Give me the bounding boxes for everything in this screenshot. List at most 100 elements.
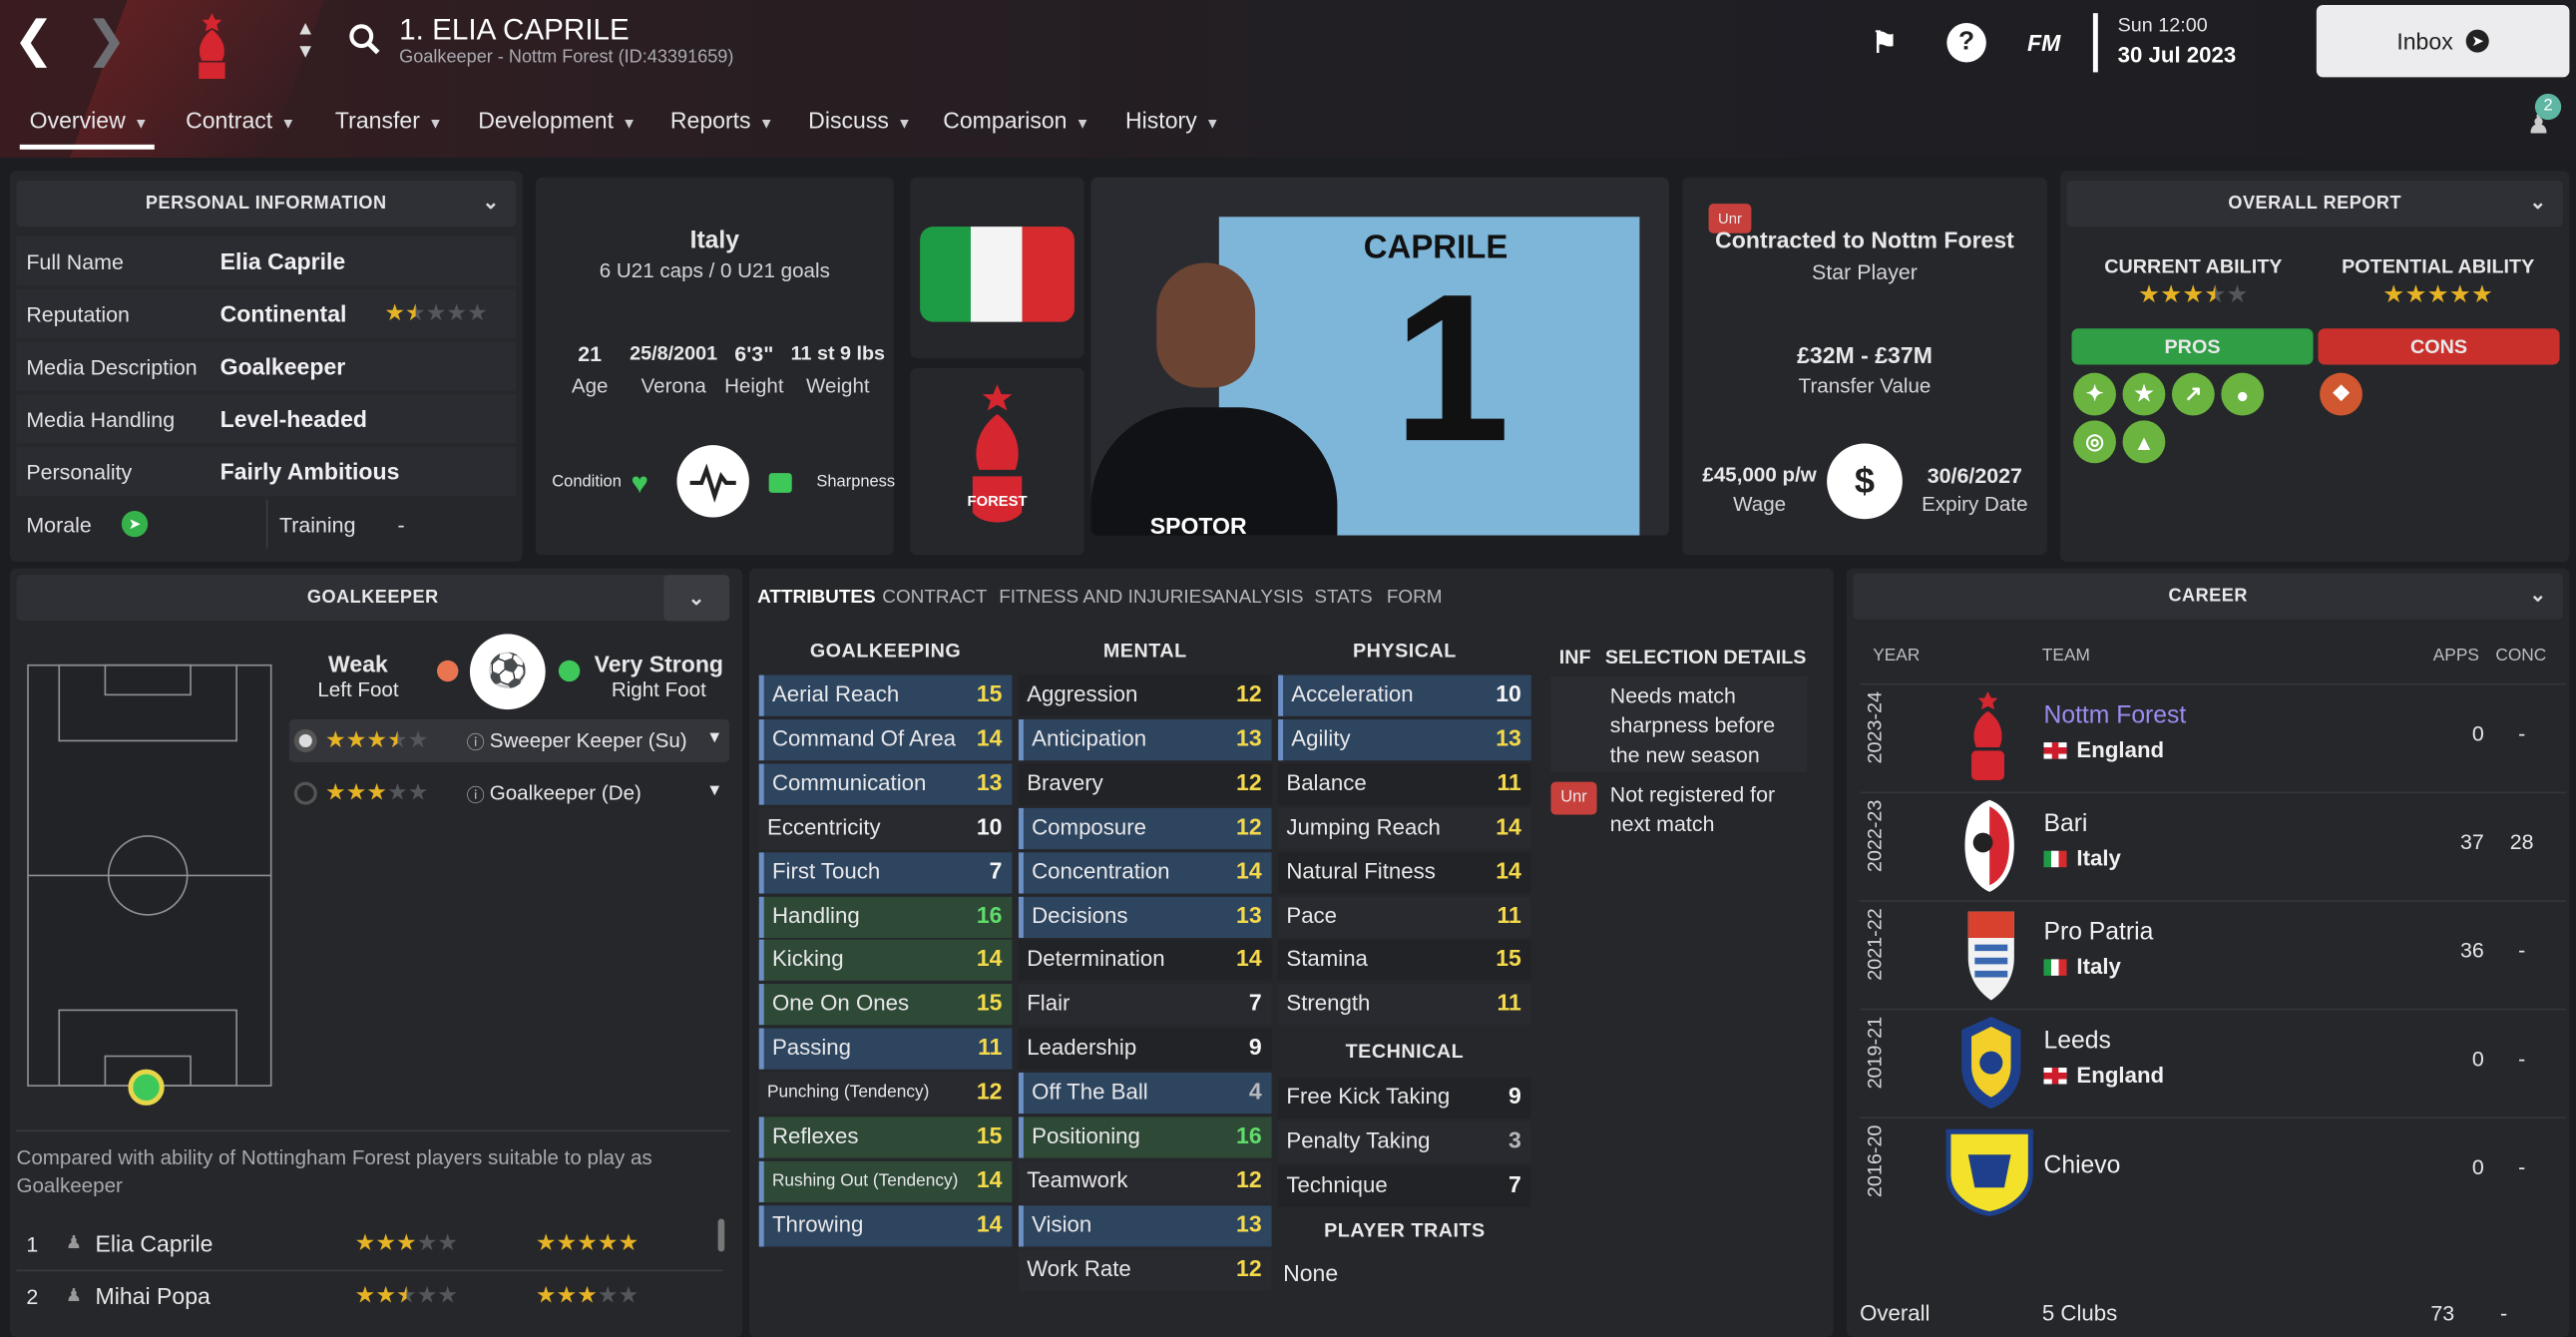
attribute-row[interactable]: Stamina 15	[1278, 940, 1531, 982]
attribute-row[interactable]: Kicking 14	[758, 940, 1013, 982]
attribute-row[interactable]: Vision 13	[1018, 1204, 1272, 1247]
attribute-row[interactable]: Concentration 14	[1018, 851, 1272, 893]
tab-development[interactable]: Development ▼	[478, 107, 637, 133]
attribute-row[interactable]: Throwing 14	[758, 1204, 1013, 1247]
attribute-row[interactable]: First Touch 7	[758, 851, 1013, 893]
radio-selected-icon[interactable]	[293, 728, 317, 752]
attribute-row[interactable]: Decisions 13	[1018, 896, 1272, 938]
nottm-forest-crest-icon[interactable]: FOREST	[960, 381, 1036, 536]
target-icon[interactable]: ◎	[2073, 420, 2116, 464]
attribute-row[interactable]: Leadership 9	[1018, 1028, 1272, 1070]
fitness-pulse-icon[interactable]	[676, 445, 749, 518]
attribute-row[interactable]: Jumping Reach 14	[1278, 807, 1531, 849]
tab-contract[interactable]: Contract ▼	[186, 107, 295, 133]
search-icon[interactable]	[348, 23, 381, 56]
career-row[interactable]: 2023-24 Nottm Forest England 0 -	[1860, 682, 2567, 788]
attribute-row[interactable]: Aerial Reach 15	[758, 674, 1013, 716]
attribute-row[interactable]: Off The Ball 4	[1018, 1073, 1272, 1114]
tab-history[interactable]: History ▼	[1125, 107, 1220, 133]
overall-report-header[interactable]: OVERALL REPORT ⌄	[2066, 181, 2563, 227]
career-row[interactable]: 2022-23 Bari Italy 37 28	[1860, 791, 2567, 896]
inbox-button[interactable]: Inbox ➤	[2316, 4, 2570, 78]
potion-flask-icon[interactable]: ▲	[2122, 420, 2166, 464]
scrollbar[interactable]	[717, 1218, 725, 1252]
distribution-icon[interactable]: ✦	[2073, 372, 2116, 416]
attribute-row[interactable]: Balance 11	[1278, 763, 1531, 805]
tab-reports[interactable]: Reports ▼	[670, 107, 774, 133]
tab-analysis[interactable]: ANALYSIS	[1212, 588, 1303, 608]
tab-overview[interactable]: Overview ▼	[30, 107, 149, 133]
career-row[interactable]: 2019-21 Leeds England 0 -	[1860, 1008, 2567, 1114]
attribute-row[interactable]: Work Rate 12	[1018, 1249, 1272, 1291]
comparison-row[interactable]: 1 ♟ Elia Caprile ★★★★★ ★★★★★	[16, 1218, 722, 1267]
attribute-row[interactable]: Command Of Area 14	[758, 718, 1013, 761]
attribute-row[interactable]: Passing 11	[758, 1028, 1013, 1070]
attribute-row[interactable]: Anticipation 13	[1018, 718, 1272, 761]
career-conc-header[interactable]: CONC	[2495, 646, 2546, 666]
attribute-row[interactable]: Handling 16	[758, 896, 1013, 938]
role-row[interactable]: ★★★★★ ⓘ Goalkeeper (De) ▼	[289, 772, 729, 815]
goalkeeper-position-marker[interactable]	[128, 1069, 165, 1106]
tab-transfer[interactable]: Transfer ▼	[335, 107, 443, 133]
chevron-down-icon[interactable]: ⌄	[2529, 583, 2546, 606]
tab-contract-info[interactable]: CONTRACT	[882, 588, 987, 608]
contract-money-icon[interactable]: $	[1827, 443, 1903, 520]
attribute-row[interactable]: Natural Fitness 14	[1278, 851, 1531, 893]
attribute-row[interactable]: Reflexes 15	[758, 1116, 1013, 1158]
info-icon[interactable]: ⓘ	[467, 729, 485, 755]
chevron-down-icon[interactable]: ⌄	[663, 575, 730, 622]
attribute-row[interactable]: Aggression 12	[1018, 674, 1272, 716]
attribute-row[interactable]: Determination 14	[1018, 940, 1272, 982]
chevron-down-icon[interactable]: ⌄	[483, 191, 500, 214]
attribute-row[interactable]: Punching (Tendency) 12	[758, 1073, 1013, 1114]
mental-head-icon[interactable]: ●	[2221, 372, 2265, 416]
trend-up-icon[interactable]: ↗	[2171, 372, 2215, 416]
attribute-row[interactable]: Eccentricity 10	[758, 807, 1013, 849]
attribute-row[interactable]: Pace 11	[1278, 896, 1531, 938]
forward-arrow-icon[interactable]: ❯	[86, 16, 135, 65]
chevron-down-icon[interactable]: ▼	[706, 729, 722, 747]
tab-fitness-injuries[interactable]: FITNESS AND INJURIES	[999, 588, 1214, 608]
attribute-row[interactable]: Acceleration 10	[1278, 674, 1531, 716]
attribute-row[interactable]: Composure 12	[1018, 807, 1272, 849]
fm-menu-button[interactable]: FM	[2027, 30, 2060, 56]
attribute-row[interactable]: Communication 13	[758, 763, 1013, 805]
world-icon[interactable]: ⚑	[1865, 23, 1905, 63]
attribute-row[interactable]: Agility 13	[1278, 718, 1531, 761]
attribute-row[interactable]: One On Ones 15	[758, 984, 1013, 1026]
career-row[interactable]: 2021-22 Pro Patria Italy 36 -	[1860, 900, 2567, 1005]
italy-flag-icon[interactable]	[920, 226, 1074, 322]
chevron-down-icon[interactable]: ▼	[706, 782, 722, 800]
career-row[interactable]: 2016-20 Chievo 0 -	[1860, 1116, 2567, 1221]
club-crest-icon[interactable]	[191, 7, 233, 83]
tab-comparison[interactable]: Comparison ▼	[943, 107, 1089, 133]
personal-info-header[interactable]: PERSONAL INFORMATION ⌄	[16, 181, 517, 227]
tab-discuss[interactable]: Discuss ▼	[808, 107, 912, 133]
comparison-row[interactable]: 2 ♟ Mihai Popa ★★★★★ ★★★★★	[16, 1269, 723, 1319]
attribute-row[interactable]: Free Kick Taking 9	[1278, 1077, 1531, 1119]
tab-stats[interactable]: STATS	[1314, 588, 1372, 608]
info-icon[interactable]: ⓘ	[467, 782, 485, 808]
career-apps-header[interactable]: APPS	[2433, 646, 2479, 666]
attribute-row[interactable]: Flair 7	[1018, 984, 1272, 1026]
attribute-row[interactable]: Penalty Taking 3	[1278, 1121, 1531, 1163]
radio-icon[interactable]	[293, 781, 317, 805]
prev-next-player-arrows[interactable]: ▲ ▼	[295, 16, 315, 62]
back-arrow-icon[interactable]: ❮	[13, 16, 62, 65]
help-icon[interactable]: ?	[1946, 23, 1986, 63]
career-header[interactable]: CAREER ⌄	[1853, 573, 2563, 620]
tab-form[interactable]: FORM	[1387, 588, 1443, 608]
star-icon[interactable]: ★	[2122, 372, 2166, 416]
attribute-row[interactable]: Strength 11	[1278, 984, 1531, 1026]
weakness-icon[interactable]: ❖	[2320, 372, 2362, 416]
role-row-selected[interactable]: ★★★★★ ⓘ Sweeper Keeper (Su) ▼	[288, 719, 730, 762]
chevron-down-icon[interactable]: ⌄	[2529, 191, 2546, 214]
attribute-row[interactable]: Bravery 12	[1018, 763, 1272, 805]
attribute-row[interactable]: Technique 7	[1278, 1165, 1531, 1207]
attribute-row[interactable]: Positioning 16	[1018, 1116, 1272, 1158]
career-year-header[interactable]: YEAR	[1873, 646, 1920, 666]
attribute-row[interactable]: Rushing Out (Tendency) 14	[758, 1160, 1013, 1202]
position-header[interactable]: GOALKEEPER ⌄	[16, 575, 730, 622]
attribute-row[interactable]: Teamwork 12	[1018, 1160, 1272, 1202]
tab-attributes[interactable]: ATTRIBUTES	[757, 588, 876, 608]
